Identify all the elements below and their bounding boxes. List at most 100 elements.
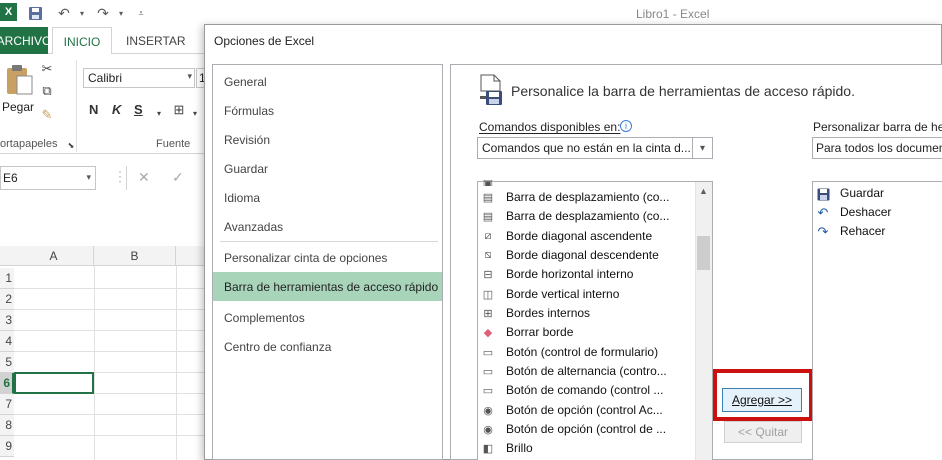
save-icon [815, 186, 831, 202]
save-icon[interactable] [26, 4, 44, 22]
commands-scrollbar[interactable] [695, 182, 712, 460]
row-header[interactable]: 5 [0, 352, 14, 373]
redo-dropdown-icon[interactable]: ▾ [112, 4, 130, 22]
add-button[interactable]: Agregar >> [722, 388, 802, 412]
info-icon[interactable]: i [620, 120, 632, 132]
grid-line [176, 266, 177, 460]
underline-button[interactable]: S [134, 102, 143, 117]
brightness-icon: ◧ [482, 442, 494, 455]
list-item[interactable]: Barra de desplazamiento (co... [506, 190, 669, 204]
format-painter-icon[interactable]: ✎ [38, 106, 56, 124]
grid-line [14, 435, 210, 436]
border-h-icon: ⊟ [483, 268, 493, 281]
grid-line [14, 309, 210, 310]
list-item[interactable]: Brillo [506, 441, 533, 455]
commands-from-value: Comandos que no están en la cinta d... [482, 141, 691, 155]
tab-home[interactable]: INICIO [52, 27, 112, 55]
list-item[interactable]: Botón de opción (control de ... [506, 422, 666, 436]
column-header-a[interactable]: A [14, 246, 94, 266]
redo-icon: ↷ [817, 224, 829, 239]
paste-button-label[interactable]: Pegar [2, 100, 34, 114]
list-item[interactable]: Botón de comando (control ... [506, 383, 663, 397]
list-item[interactable]: Botón (control de formulario) [506, 345, 658, 359]
nav-item-add-ins[interactable]: Complementos [224, 311, 305, 325]
border-diag-down-icon: ⧅ [484, 248, 492, 261]
customize-qat-icon[interactable]: ⩡ [132, 4, 150, 22]
nav-item-proofing[interactable]: Revisión [224, 133, 270, 147]
nav-item-save[interactable]: Guardar [224, 162, 268, 176]
list-item[interactable]: Deshacer [840, 205, 891, 219]
row-header[interactable]: 7 [0, 394, 14, 415]
list-item[interactable]: Botón de alternancia (contro... [506, 364, 667, 378]
row-header[interactable]: 9 [0, 436, 14, 457]
scroll-thumb[interactable] [697, 236, 710, 270]
row-header[interactable]: 8 [0, 415, 14, 436]
scroll-icon: ▤ [482, 191, 494, 204]
name-box-value: E6 [3, 171, 18, 185]
cancel-formula-icon[interactable]: ✕ [138, 169, 150, 186]
list-item[interactable]: Barra de desplazamiento (co... [506, 209, 669, 223]
undo-dropdown-icon[interactable]: ▾ [73, 4, 91, 22]
list-item[interactable]: Rehacer [840, 224, 885, 238]
group-separator [76, 60, 77, 152]
nav-item-advanced[interactable]: Avanzadas [224, 220, 283, 234]
nav-item-language[interactable]: Idioma [224, 191, 260, 205]
font-name-value: Calibri [88, 71, 123, 85]
list-item[interactable]: Borde diagonal ascendente [506, 229, 652, 243]
nav-item-general[interactable]: General [224, 75, 267, 89]
customize-toolbar-select[interactable]: Para todos los documen [812, 137, 942, 159]
list-item[interactable]: Borde horizontal interno [506, 267, 633, 281]
paste-icon[interactable] [4, 64, 34, 96]
italic-button[interactable]: K [112, 102, 121, 117]
nav-item-quick-access-toolbar[interactable]: Barra de herramientas de acceso rápido [224, 280, 438, 294]
font-name-box[interactable]: Calibri ▾ [83, 68, 195, 88]
list-item[interactable]: Borde diagonal descendente [506, 248, 659, 262]
row-header[interactable]: 1 [0, 268, 14, 289]
row-header[interactable]: 3 [0, 310, 14, 331]
active-cell[interactable] [14, 372, 94, 394]
redo-icon[interactable]: ↷ [94, 4, 112, 22]
undo-icon[interactable]: ↶ [55, 4, 73, 22]
chevron-down-icon[interactable]: ▾ [150, 104, 168, 122]
border-diag-up-icon: ⧄ [484, 229, 492, 242]
row-header[interactable]: 4 [0, 331, 14, 352]
name-box[interactable]: E6 ▾ [0, 166, 96, 190]
scroll-icon: ▣ [482, 180, 494, 186]
nav-item-trust-center[interactable]: Centro de confianza [224, 340, 331, 354]
list-item[interactable]: Botón de opción (control Ac... [506, 403, 663, 417]
bold-button[interactable]: N [89, 102, 98, 117]
section-heading: Personalice la barra de herramientas de … [511, 83, 855, 99]
column-header-b[interactable]: B [94, 246, 176, 266]
dialog-launcher-icon[interactable]: ⬊ [62, 136, 80, 154]
list-item[interactable]: Guardar [840, 186, 884, 200]
app-title: Libro1 - Excel [636, 7, 710, 21]
chevron-down-icon: ▾ [86, 172, 91, 182]
radio-icon: ◉ [483, 404, 493, 417]
commands-from-select[interactable]: Comandos que no están en la cinta d... ▾ [477, 137, 713, 159]
list-item[interactable]: Borrar borde [506, 325, 573, 339]
nav-item-customize-ribbon[interactable]: Personalizar cinta de opciones [224, 251, 387, 265]
grid-line [14, 414, 210, 415]
border-v-icon: ◫ [482, 288, 494, 301]
commands-from-label: Comandos disponibles en: [479, 120, 621, 134]
excel-logo-icon: X [0, 3, 17, 21]
list-item[interactable]: Bordes internos [506, 306, 590, 320]
row-header-selected[interactable]: 6 [0, 373, 14, 394]
copy-icon[interactable]: ⧉ [38, 82, 56, 100]
grid-line [14, 288, 210, 289]
font-group-label: Fuente [156, 138, 191, 150]
list-item[interactable]: Borde vertical interno [506, 287, 619, 301]
border-inner-icon: ⊞ [483, 307, 493, 320]
tab-insert[interactable]: INSERTAR [126, 34, 186, 48]
toolbar-items-list[interactable] [812, 181, 942, 460]
cut-icon[interactable]: ✂ [38, 60, 56, 78]
nav-divider [220, 241, 438, 242]
tab-file[interactable]: ARCHIVO [0, 27, 51, 54]
scroll-up-icon[interactable]: ▲ [695, 182, 712, 199]
nav-item-formulas[interactable]: Fórmulas [224, 104, 274, 118]
remove-button[interactable]: << Quitar [724, 421, 802, 443]
row-header[interactable]: 2 [0, 289, 14, 310]
confirm-formula-icon[interactable]: ✓ [172, 169, 184, 186]
chevron-down-icon[interactable]: ▾ [186, 104, 204, 122]
button-form-icon: ▭ [482, 346, 494, 359]
